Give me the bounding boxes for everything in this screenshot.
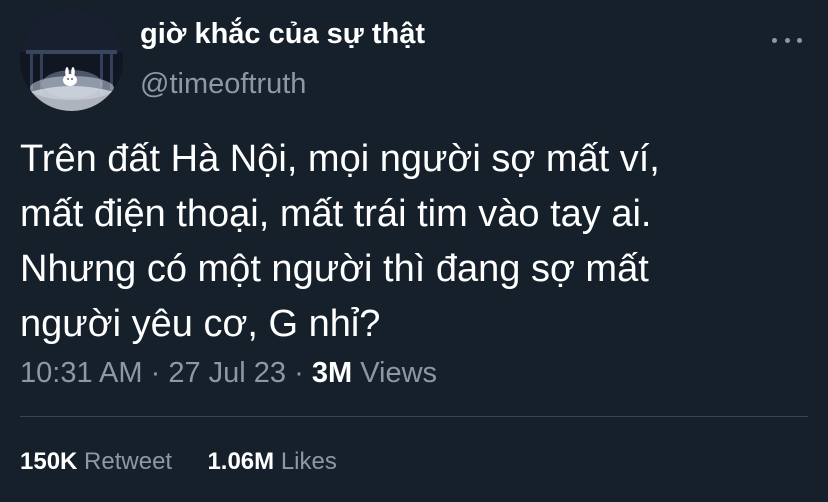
more-dot [772, 37, 777, 43]
more-horizontal-icon[interactable] [772, 28, 802, 52]
tweet-text-line: mất điện thoại, mất trái tim vào tay ai. [20, 193, 652, 235]
retweets-label: Retweet [84, 448, 173, 475]
retweets-stat[interactable]: 150K Retweet [20, 448, 179, 475]
divider [20, 416, 808, 417]
tweet-stats: 150K Retweet 1.06M Likes [20, 448, 337, 476]
likes-stat[interactable]: 1.06M Likes [207, 448, 336, 475]
author-handle[interactable]: @timeoftruth [140, 68, 306, 101]
likes-count: 1.06M [207, 448, 275, 475]
tweet-text: Trên đất Hà Nội, mọi người sợ mất ví, mấ… [20, 132, 810, 352]
more-dot [797, 37, 802, 43]
tweet-date[interactable]: 27 Jul 23 [168, 357, 286, 389]
avatar[interactable] [20, 8, 123, 111]
more-dot [784, 37, 790, 43]
likes-label: Likes [280, 448, 337, 475]
author-display-name[interactable]: giờ khắc của sự thật [140, 18, 425, 51]
tweet-text-line: Trên đất Hà Nội, mọi người sợ mất ví, [20, 138, 660, 180]
meta-separator: · [150, 357, 161, 389]
tweet-meta: 10:31 AM · 27 Jul 23 · 3M Views [20, 357, 437, 390]
tweet-card: giờ khắc của sự thật @timeoftruth Trên đ… [0, 0, 828, 502]
views-label: Views [360, 357, 438, 389]
tweet-text-line: Nhưng có một người thì đang sợ mất [20, 248, 649, 290]
retweets-count: 150K [20, 448, 78, 475]
meta-separator: · [294, 357, 304, 389]
tweet-time[interactable]: 10:31 AM [20, 357, 143, 389]
views-count: 3M [311, 357, 353, 389]
avatar-sleeping-bunny-icon [20, 8, 123, 111]
tweet-text-line: người yêu cơ, G nhỉ? [20, 303, 381, 345]
